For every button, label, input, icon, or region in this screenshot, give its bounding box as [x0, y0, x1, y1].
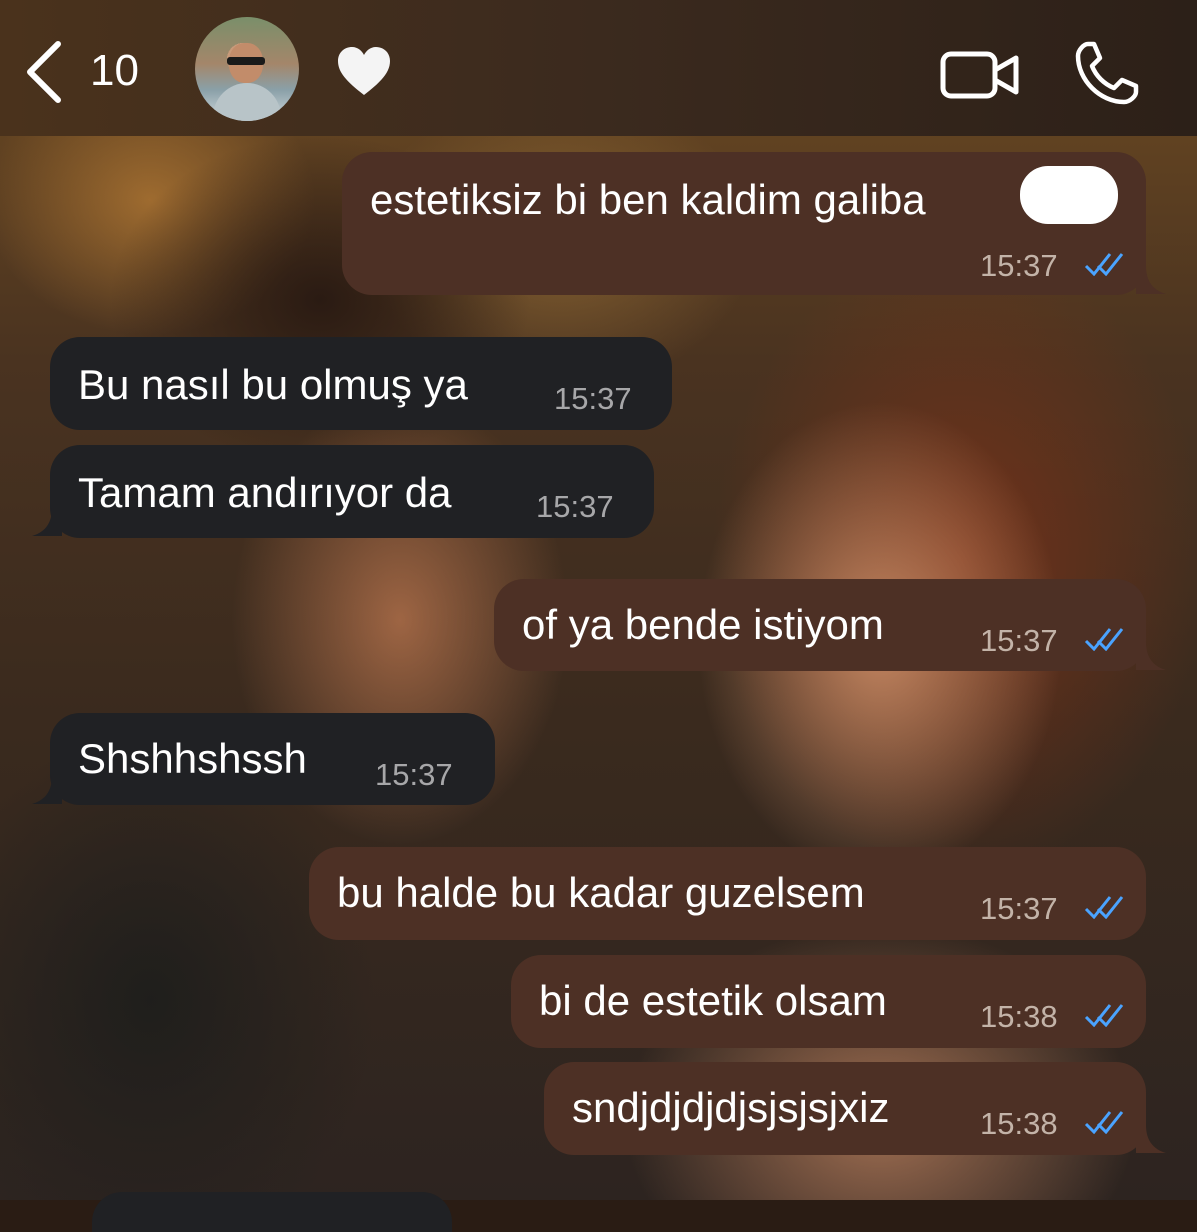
white-heart-icon[interactable]	[336, 45, 392, 97]
bubble-tail	[32, 508, 62, 536]
message-bubble-partial	[92, 1192, 452, 1232]
avatar-body	[213, 83, 281, 121]
redacted-emoji	[1020, 166, 1118, 224]
message-time: 15:37	[980, 623, 1058, 658]
bubble-tail	[32, 776, 62, 804]
message-bubble-incoming[interactable]: Shshhshssh 15:37	[50, 713, 495, 805]
bubble-tail	[1136, 266, 1166, 294]
bubble-tail	[1136, 1125, 1166, 1153]
chat-header: 10	[0, 0, 1197, 136]
read-receipt-icon	[1084, 896, 1124, 919]
message-bubble-outgoing[interactable]: bu halde bu kadar guzelsem 15:37	[309, 847, 1146, 940]
message-bubble-outgoing[interactable]: of ya bende istiyom 15:37	[494, 579, 1146, 671]
message-text: bi de estetik olsam	[539, 977, 887, 1024]
message-time: 15:37	[554, 381, 632, 416]
message-time: 15:38	[980, 1106, 1058, 1141]
message-bubble-incoming[interactable]: Bu nasıl bu olmuş ya 15:37	[50, 337, 672, 430]
message-text: Bu nasıl bu olmuş ya	[78, 361, 468, 408]
message-text: of ya bende istiyom	[522, 601, 884, 648]
message-bubble-outgoing[interactable]: bi de estetik olsam 15:38	[511, 955, 1146, 1048]
video-call-icon[interactable]	[940, 50, 1020, 100]
message-bubble-outgoing[interactable]: sndjdjdjdjsjsjsjxiz 15:38	[544, 1062, 1146, 1155]
message-text: bu halde bu kadar guzelsem	[337, 869, 865, 916]
message-bubble-outgoing[interactable]: estetiksiz bi ben kaldim galiba 15:37	[342, 152, 1146, 295]
read-receipt-icon	[1084, 1004, 1124, 1027]
chevron-left-icon[interactable]	[22, 38, 68, 106]
message-time: 15:37	[980, 248, 1058, 283]
contact-avatar[interactable]	[195, 17, 299, 121]
phone-icon[interactable]	[1074, 40, 1140, 106]
bubble-tail	[1136, 642, 1166, 670]
message-text: sndjdjdjdjsjsjsjxiz	[572, 1084, 890, 1131]
message-text: estetiksiz bi ben kaldim galiba	[370, 176, 926, 223]
read-receipt-icon	[1084, 1111, 1124, 1134]
unread-count[interactable]: 10	[90, 46, 139, 96]
message-time: 15:38	[980, 999, 1058, 1034]
message-bubble-incoming[interactable]: Tamam andırıyor da 15:37	[50, 445, 654, 538]
avatar-glasses	[227, 57, 265, 65]
message-text: Shshhshssh	[78, 735, 307, 782]
message-time: 15:37	[980, 891, 1058, 926]
message-text: Tamam andırıyor da	[78, 469, 452, 516]
message-time: 15:37	[375, 757, 453, 792]
read-receipt-icon	[1084, 628, 1124, 651]
message-time: 15:37	[536, 489, 614, 524]
read-receipt-icon	[1084, 253, 1124, 276]
